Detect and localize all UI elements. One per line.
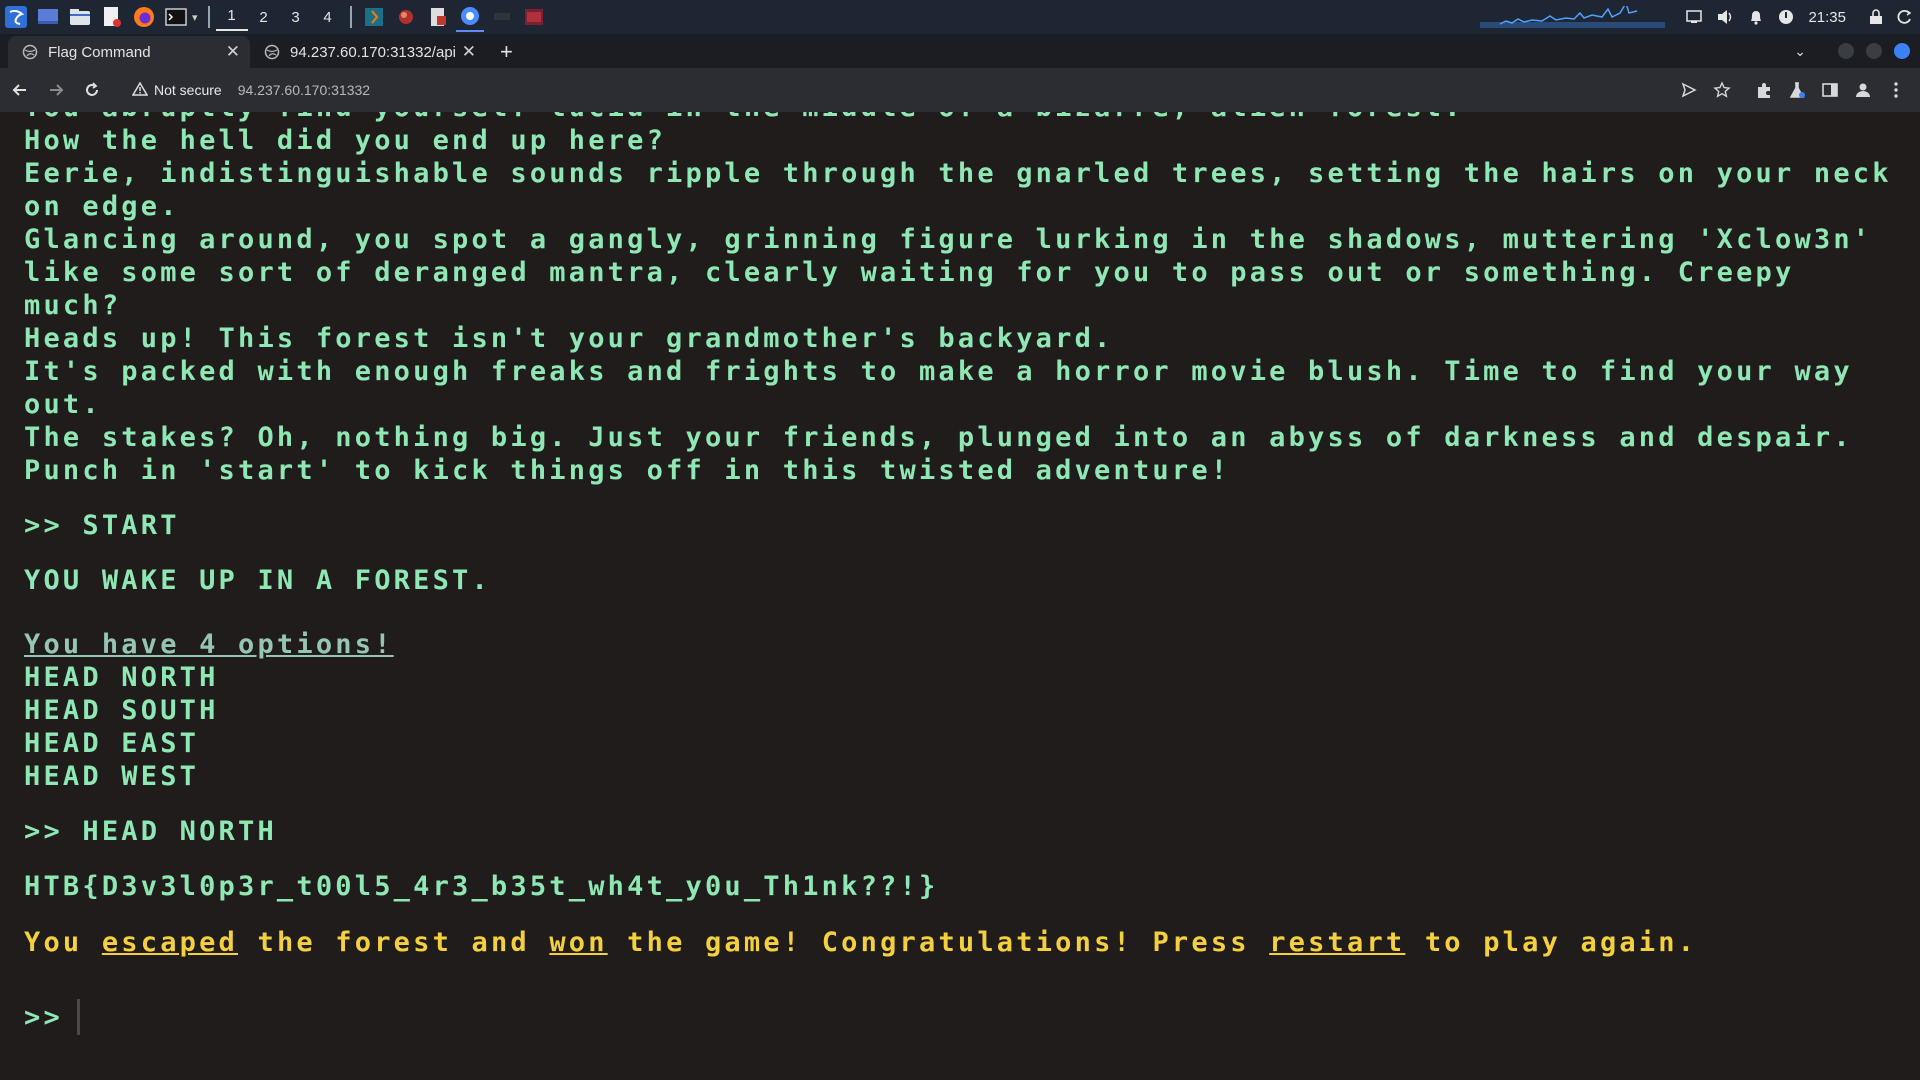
bookmark-star-icon[interactable] xyxy=(1706,74,1738,106)
minimize-button[interactable] xyxy=(1838,43,1854,59)
intro-line: Glancing around, you spot a gangly, grin… xyxy=(24,224,1892,321)
text-editor-icon[interactable] xyxy=(98,3,126,31)
workspace-4[interactable]: 4 xyxy=(312,9,344,26)
browser-toolbar: Not secure 94.237.60.170:31332 xyxy=(0,68,1920,113)
display-icon[interactable] xyxy=(1686,10,1703,24)
tab-flag-command[interactable]: Flag Command ✕ xyxy=(8,36,250,68)
close-window-button[interactable] xyxy=(1894,43,1910,59)
command-echo: >> START xyxy=(24,510,180,541)
dark-app-icon[interactable] xyxy=(488,3,516,31)
show-desktop-icon[interactable] xyxy=(34,3,62,31)
command-echo: >> HEAD NORTH xyxy=(24,816,277,847)
intro-line: Punch in 'start' to kick things off in t… xyxy=(24,455,1231,486)
browser-tab-strip: Flag Command ✕ 94.237.60.170:31332/api/ … xyxy=(0,34,1920,68)
new-tab-button[interactable]: + xyxy=(500,36,513,68)
workspace-3[interactable]: 3 xyxy=(280,9,312,26)
send-icon[interactable] xyxy=(1673,74,1705,106)
win-keyword-restart: restart xyxy=(1269,927,1406,958)
forward-button[interactable] xyxy=(40,74,72,106)
firefox-icon[interactable] xyxy=(130,3,158,31)
command-prompt[interactable]: >> xyxy=(24,999,1904,1035)
chevron-down-icon[interactable]: ▾ xyxy=(192,11,198,24)
intro-line: Heads up! This forest isn't your grandmo… xyxy=(24,323,1114,354)
reload-button[interactable] xyxy=(76,74,108,106)
intro-line: The stakes? Oh, nothing big. Just your f… xyxy=(24,422,1853,453)
clock[interactable]: 21:35 xyxy=(1808,9,1846,26)
chromium-icon[interactable] xyxy=(455,2,484,32)
close-icon[interactable]: ✕ xyxy=(462,42,476,62)
flag-text: HTB{D3v3l0p3r_t00l5_4r3_b35t_wh4t_y0u_Th… xyxy=(24,871,939,902)
url-text[interactable]: 94.237.60.170:31332 xyxy=(238,82,370,98)
wake-text: YOU WAKE UP IN A FOREST. xyxy=(24,565,491,596)
win-message: You escaped the forest and won the game!… xyxy=(24,926,1904,959)
logout-icon[interactable] xyxy=(1897,9,1913,25)
prompt-symbol: >> xyxy=(24,1001,63,1033)
win-text: the game! Congratulations! Press xyxy=(607,927,1270,958)
terminal-icon[interactable] xyxy=(162,3,190,31)
win-keyword-escaped: escaped xyxy=(101,927,239,958)
red-window-icon[interactable] xyxy=(520,3,548,31)
notification-bell-icon[interactable] xyxy=(1748,9,1764,25)
intro-line: Eerie, indistinguishable sounds ripple t… xyxy=(24,158,1912,222)
address-bar[interactable]: Not secure 94.237.60.170:31332 xyxy=(131,81,370,99)
tab-api[interactable]: 94.237.60.170:31332/api/ ✕ xyxy=(250,36,486,68)
close-icon[interactable]: ✕ xyxy=(226,42,240,62)
option-item: HEAD WEST xyxy=(24,761,200,792)
taskbar-separator xyxy=(207,6,210,28)
os-taskbar: ▾ 1 2 3 4 21:35 xyxy=(0,0,1920,34)
profile-icon[interactable] xyxy=(1847,74,1879,106)
win-text: the forest and xyxy=(238,927,550,958)
intro-line: It's packed with enough freaks and frigh… xyxy=(24,356,1873,420)
power-status-icon[interactable] xyxy=(1778,9,1794,25)
lock-icon[interactable] xyxy=(1869,9,1883,25)
globe-icon xyxy=(22,44,38,60)
burp-icon[interactable] xyxy=(360,3,388,31)
win-keyword-won: won xyxy=(549,927,608,958)
option-item: HEAD NORTH xyxy=(24,662,219,693)
tab-search-chevron-icon[interactable]: ⌄ xyxy=(1794,43,1806,60)
kali-menu-icon[interactable] xyxy=(2,3,30,31)
kebab-menu-icon[interactable] xyxy=(1880,74,1912,106)
security-label[interactable]: Not secure xyxy=(154,82,222,98)
win-text: to play again. xyxy=(1405,927,1698,958)
intro-line: How the hell did you end up here? xyxy=(24,125,667,156)
side-panel-icon[interactable] xyxy=(1814,74,1846,106)
option-item: HEAD SOUTH xyxy=(24,695,219,726)
workspace-1[interactable]: 1 xyxy=(215,3,248,31)
extensions-icon[interactable] xyxy=(1748,74,1780,106)
command-input[interactable] xyxy=(76,999,80,1035)
tab-title: 94.237.60.170:31332/api/ xyxy=(290,43,456,61)
options-heading: You have 4 options! xyxy=(24,629,394,660)
workspace-2[interactable]: 2 xyxy=(248,9,280,26)
intro-line: You abruptly find yourself lucid in the … xyxy=(24,112,1904,124)
volume-icon[interactable] xyxy=(1716,9,1734,25)
globe-icon xyxy=(264,44,280,60)
maximize-button[interactable] xyxy=(1866,43,1882,59)
tab-title: Flag Command xyxy=(48,43,151,61)
taskbar-separator xyxy=(349,6,352,28)
lab-flask-icon[interactable] xyxy=(1781,74,1813,106)
win-text: You xyxy=(24,927,102,958)
web-terminal: You abruptly find yourself lucid in the … xyxy=(0,112,1920,1080)
file-manager-icon[interactable] xyxy=(66,3,94,31)
terminal-output: You abruptly find yourself lucid in the … xyxy=(24,112,1904,1035)
back-button[interactable] xyxy=(4,74,36,106)
network-graph xyxy=(1480,1,1666,28)
red-app-icon[interactable] xyxy=(392,3,420,31)
warning-icon[interactable] xyxy=(131,81,149,99)
option-item: HEAD EAST xyxy=(24,728,200,759)
pdf-icon[interactable] xyxy=(424,3,452,31)
